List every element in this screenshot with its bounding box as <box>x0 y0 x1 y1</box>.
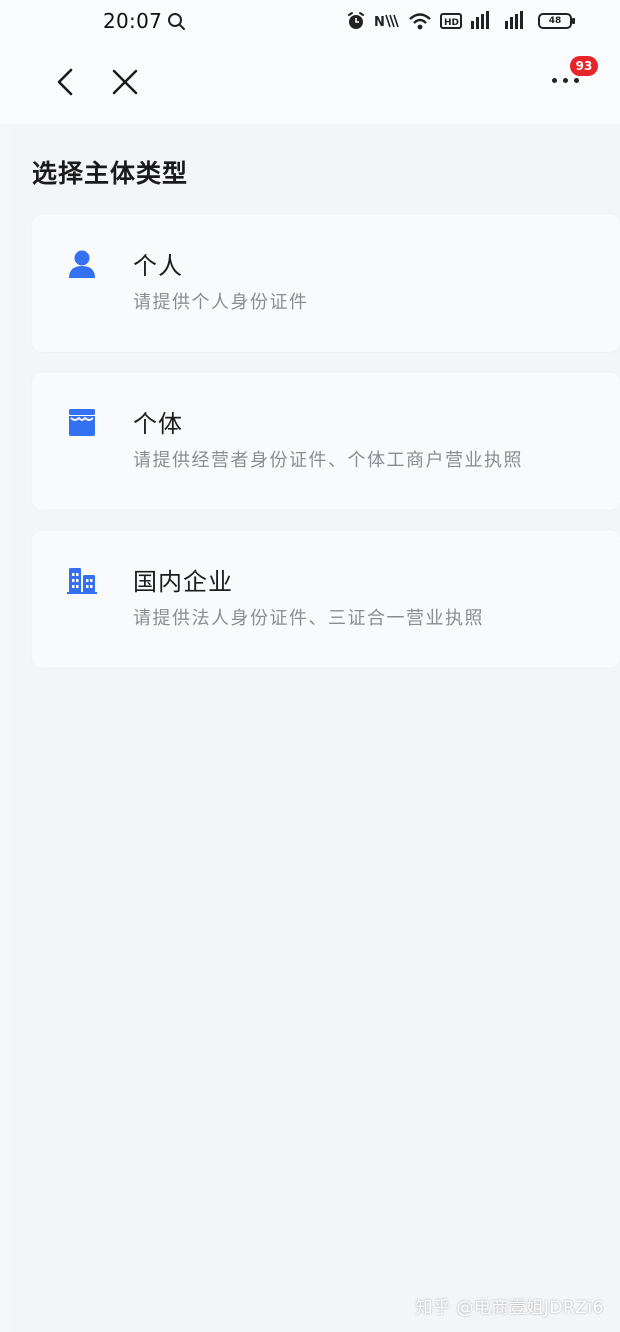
phone-screen: 20:07 N HD 48 93 选择主体类型 个人 请提供个人身份证件 个体 … <box>0 0 620 1332</box>
back-button[interactable] <box>46 62 84 102</box>
option-title: 个人 <box>133 252 183 280</box>
option-card-domestic-enterprise[interactable]: 国内企业 请提供法人身份证件、三证合一营业执照 <box>32 530 620 668</box>
option-description: 请提供法人身份证件、三证合一营业执照 <box>133 608 484 629</box>
svg-text:N: N <box>374 15 385 30</box>
chevron-left-icon <box>57 68 73 96</box>
status-bar: 20:07 N HD 48 <box>0 0 620 42</box>
page-title: 选择主体类型 <box>32 159 189 188</box>
hd-icon: HD <box>440 13 462 29</box>
wifi-icon <box>409 13 431 30</box>
more-dots-icon <box>552 78 579 83</box>
status-time: 20:07 <box>103 9 163 33</box>
close-button[interactable] <box>104 62 146 102</box>
building-icon <box>67 565 97 595</box>
signal-icon-1 <box>471 11 489 29</box>
option-title: 国内企业 <box>133 568 233 596</box>
nav-bar <box>0 42 620 124</box>
notification-badge: 93 <box>570 56 598 76</box>
battery-icon: 48 <box>538 13 575 29</box>
store-icon <box>67 407 97 437</box>
watermark: 知乎 @电商壹姐JDRZi6 <box>415 1298 604 1318</box>
option-description: 请提供经营者身份证件、个体工商户营业执照 <box>133 450 523 471</box>
person-icon <box>67 249 97 279</box>
signal-icon-2 <box>505 11 523 29</box>
main-content: 选择主体类型 个人 请提供个人身份证件 个体 请提供经营者身份证件、个体工商户营… <box>12 124 620 1332</box>
alarm-icon <box>348 12 364 29</box>
status-icons: N HD 48 <box>346 9 575 33</box>
search-notification-icon <box>168 13 185 30</box>
nfc-icon: N <box>374 14 399 30</box>
option-description: 请提供个人身份证件 <box>133 292 309 313</box>
svg-text:HD: HD <box>444 18 459 28</box>
option-card-individual[interactable]: 个人 请提供个人身份证件 <box>32 214 620 352</box>
option-card-self-employed[interactable]: 个体 请提供经营者身份证件、个体工商户营业执照 <box>32 372 620 510</box>
option-title: 个体 <box>133 410 183 438</box>
close-icon <box>112 69 138 95</box>
